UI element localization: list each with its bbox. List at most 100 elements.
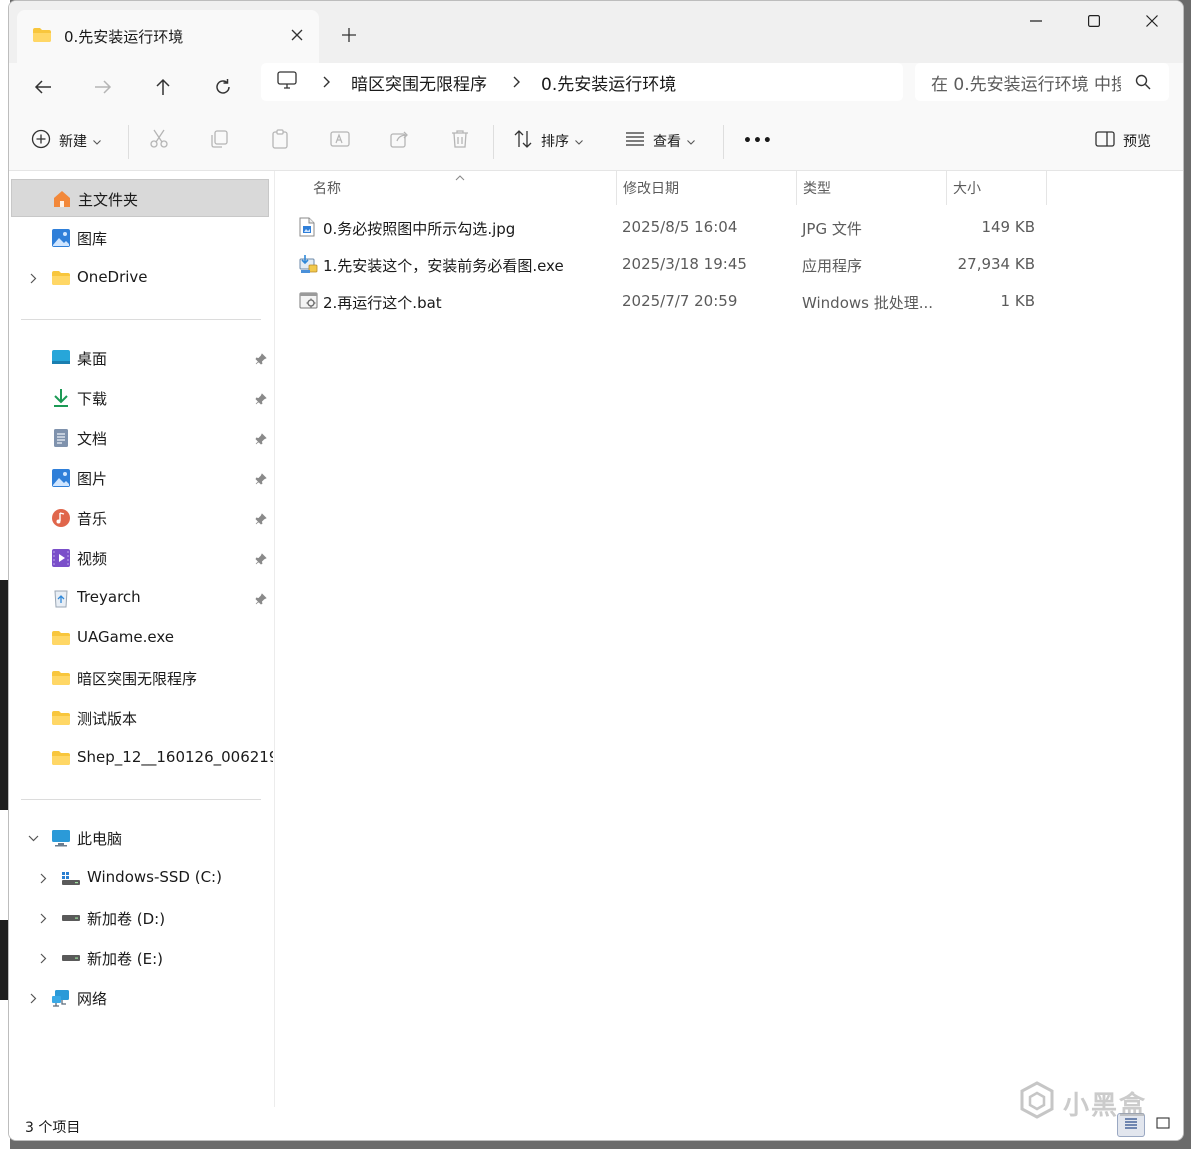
toolbar-divider (723, 125, 724, 159)
column-header-date[interactable]: 修改日期 (623, 171, 679, 205)
sidebar-item-pictures[interactable]: 图片 (11, 459, 269, 497)
chevron-right-icon[interactable] (25, 990, 41, 1006)
column-divider[interactable] (946, 171, 947, 205)
address-bar[interactable]: 暗区突围无限程序 0.先安装运行环境 (261, 63, 903, 101)
sidebar-item-onedrive[interactable]: OneDrive (11, 259, 269, 297)
background-terminal-strip (0, 580, 8, 810)
column-name-label: 名称 (313, 181, 341, 197)
more-options-button[interactable]: ••• (743, 125, 773, 157)
folder-icon (51, 668, 71, 688)
breadcrumb-item[interactable]: 暗区突围无限程序 (351, 70, 487, 95)
sidebar-item-label: OneDrive (77, 268, 148, 286)
drive-icon (61, 948, 81, 968)
refresh-button[interactable] (203, 67, 243, 107)
sidebar-item-drive-e[interactable]: 新加卷 (E:) (11, 939, 269, 977)
rename-button[interactable] (330, 125, 350, 157)
plus-circle-icon (31, 129, 51, 153)
tab-current-folder[interactable]: 0.先安装运行环境 (17, 10, 319, 63)
clipboard-icon (270, 129, 290, 153)
chevron-down-icon[interactable] (25, 830, 41, 846)
chevron-down-icon (93, 133, 101, 149)
breadcrumb-item[interactable]: 0.先安装运行环境 (541, 70, 676, 95)
home-icon (52, 189, 72, 209)
pin-icon[interactable] (255, 351, 267, 369)
sidebar-item-drive-d[interactable]: 新加卷 (D:) (11, 899, 269, 937)
file-row[interactable]: 2.再运行这个.bat 2025/7/7 20:59 Windows 批处理..… (297, 283, 1057, 319)
sidebar-item-documents[interactable]: 文档 (11, 419, 269, 457)
file-row[interactable]: 0.务必按照图中所示勾选.jpg 2025/8/5 16:04 JPG 文件 1… (297, 209, 1057, 245)
chevron-right-icon[interactable] (35, 950, 51, 966)
pin-icon[interactable] (255, 551, 267, 569)
sidebar-item-network[interactable]: 网络 (11, 979, 269, 1017)
copy-button[interactable] (209, 125, 229, 157)
pin-icon[interactable] (255, 511, 267, 529)
sidebar-item-videos[interactable]: 视频 (11, 539, 269, 577)
column-type-label: 类型 (803, 181, 831, 197)
column-divider[interactable] (616, 171, 617, 205)
sidebar-item-treyarch[interactable]: Treyarch (11, 579, 269, 617)
sidebar-item-home[interactable]: 主文件夹 (11, 179, 269, 217)
column-divider[interactable] (796, 171, 797, 205)
sidebar-item-test-version[interactable]: 测试版本 (11, 699, 269, 737)
folder-icon (32, 27, 52, 47)
sidebar-item-music[interactable]: 音乐 (11, 499, 269, 537)
pin-icon[interactable] (255, 431, 267, 449)
pin-icon[interactable] (255, 391, 267, 409)
toolbar-divider (493, 125, 494, 159)
sidebar-item-program-folder[interactable]: 暗区突围无限程序 (11, 659, 269, 697)
column-date-label: 修改日期 (623, 181, 679, 197)
close-tab-icon[interactable] (285, 23, 309, 47)
pin-icon[interactable] (255, 471, 267, 489)
close-window-button[interactable] (1123, 1, 1181, 41)
preview-pane-icon (1095, 131, 1115, 151)
installer-icon (299, 254, 319, 274)
forward-button[interactable] (83, 67, 123, 107)
sidebar-item-gallery[interactable]: 图库 (11, 219, 269, 257)
new-tab-button[interactable] (335, 21, 363, 49)
search-icon (1135, 74, 1151, 95)
sidebar-item-this-pc[interactable]: 此电脑 (11, 819, 269, 857)
view-button[interactable]: 查看 (625, 125, 695, 157)
chevron-right-icon[interactable] (35, 910, 51, 926)
sidebar-item-label: Shep_12__160126_006219e (77, 748, 273, 766)
sidebar-item-drive-c[interactable]: Windows-SSD (C:) (11, 859, 269, 897)
cut-button[interactable] (149, 125, 169, 157)
sidebar-item-shep[interactable]: Shep_12__160126_006219e (11, 739, 273, 777)
search-input[interactable]: 在 0.先安装运行环境 中搜索 (915, 63, 1169, 101)
minimize-button[interactable] (1007, 1, 1065, 41)
sort-button[interactable]: 排序 (513, 125, 583, 157)
chevron-down-icon (687, 133, 695, 149)
file-row[interactable]: 1.先安装这个，安装前务必看图.exe 2025/3/18 19:45 应用程序… (297, 246, 1057, 282)
computer-icon (277, 70, 297, 94)
preview-pane-button[interactable]: 预览 (1095, 125, 1151, 157)
chevron-right-icon[interactable] (25, 270, 41, 286)
column-header-type[interactable]: 类型 (803, 171, 831, 205)
sidebar-item-label: 下载 (77, 390, 108, 408)
share-button[interactable] (390, 125, 410, 157)
toolbar-divider (128, 125, 129, 159)
file-list-pane: 名称 修改日期 类型 大小 0.务必按照图中所示勾选.jpg 2025/8/5 … (275, 171, 1183, 1107)
copy-icon (209, 129, 229, 153)
new-button[interactable]: 新建 (31, 125, 101, 157)
sidebar-item-uagame[interactable]: UAGame.exe (11, 619, 269, 657)
column-header-name[interactable]: 名称 (313, 171, 341, 205)
sidebar-item-desktop[interactable]: 桌面 (11, 339, 269, 377)
paste-button[interactable] (270, 125, 290, 157)
up-button[interactable] (143, 67, 183, 107)
maximize-button[interactable] (1065, 1, 1123, 41)
sidebar-item-downloads[interactable]: 下载 (11, 379, 269, 417)
pin-icon[interactable] (255, 591, 267, 609)
recycle-icon (51, 588, 71, 608)
back-button[interactable] (23, 67, 63, 107)
column-header-size[interactable]: 大小 (953, 171, 981, 205)
file-date: 2025/7/7 20:59 (622, 292, 738, 310)
navigation-pane: 主文件夹 图库 OneDrive 桌面 下载 文档 图片 音乐 视频 Treya… (9, 171, 275, 1107)
sidebar-item-label: Windows-SSD (C:) (87, 868, 222, 886)
column-divider[interactable] (1046, 171, 1047, 205)
delete-button[interactable] (451, 125, 469, 157)
sidebar-item-label: 主文件夹 (78, 191, 139, 209)
folder-icon (51, 708, 71, 728)
chevron-right-icon[interactable] (35, 870, 51, 886)
music-icon (51, 508, 71, 528)
chevron-down-icon (575, 133, 583, 149)
